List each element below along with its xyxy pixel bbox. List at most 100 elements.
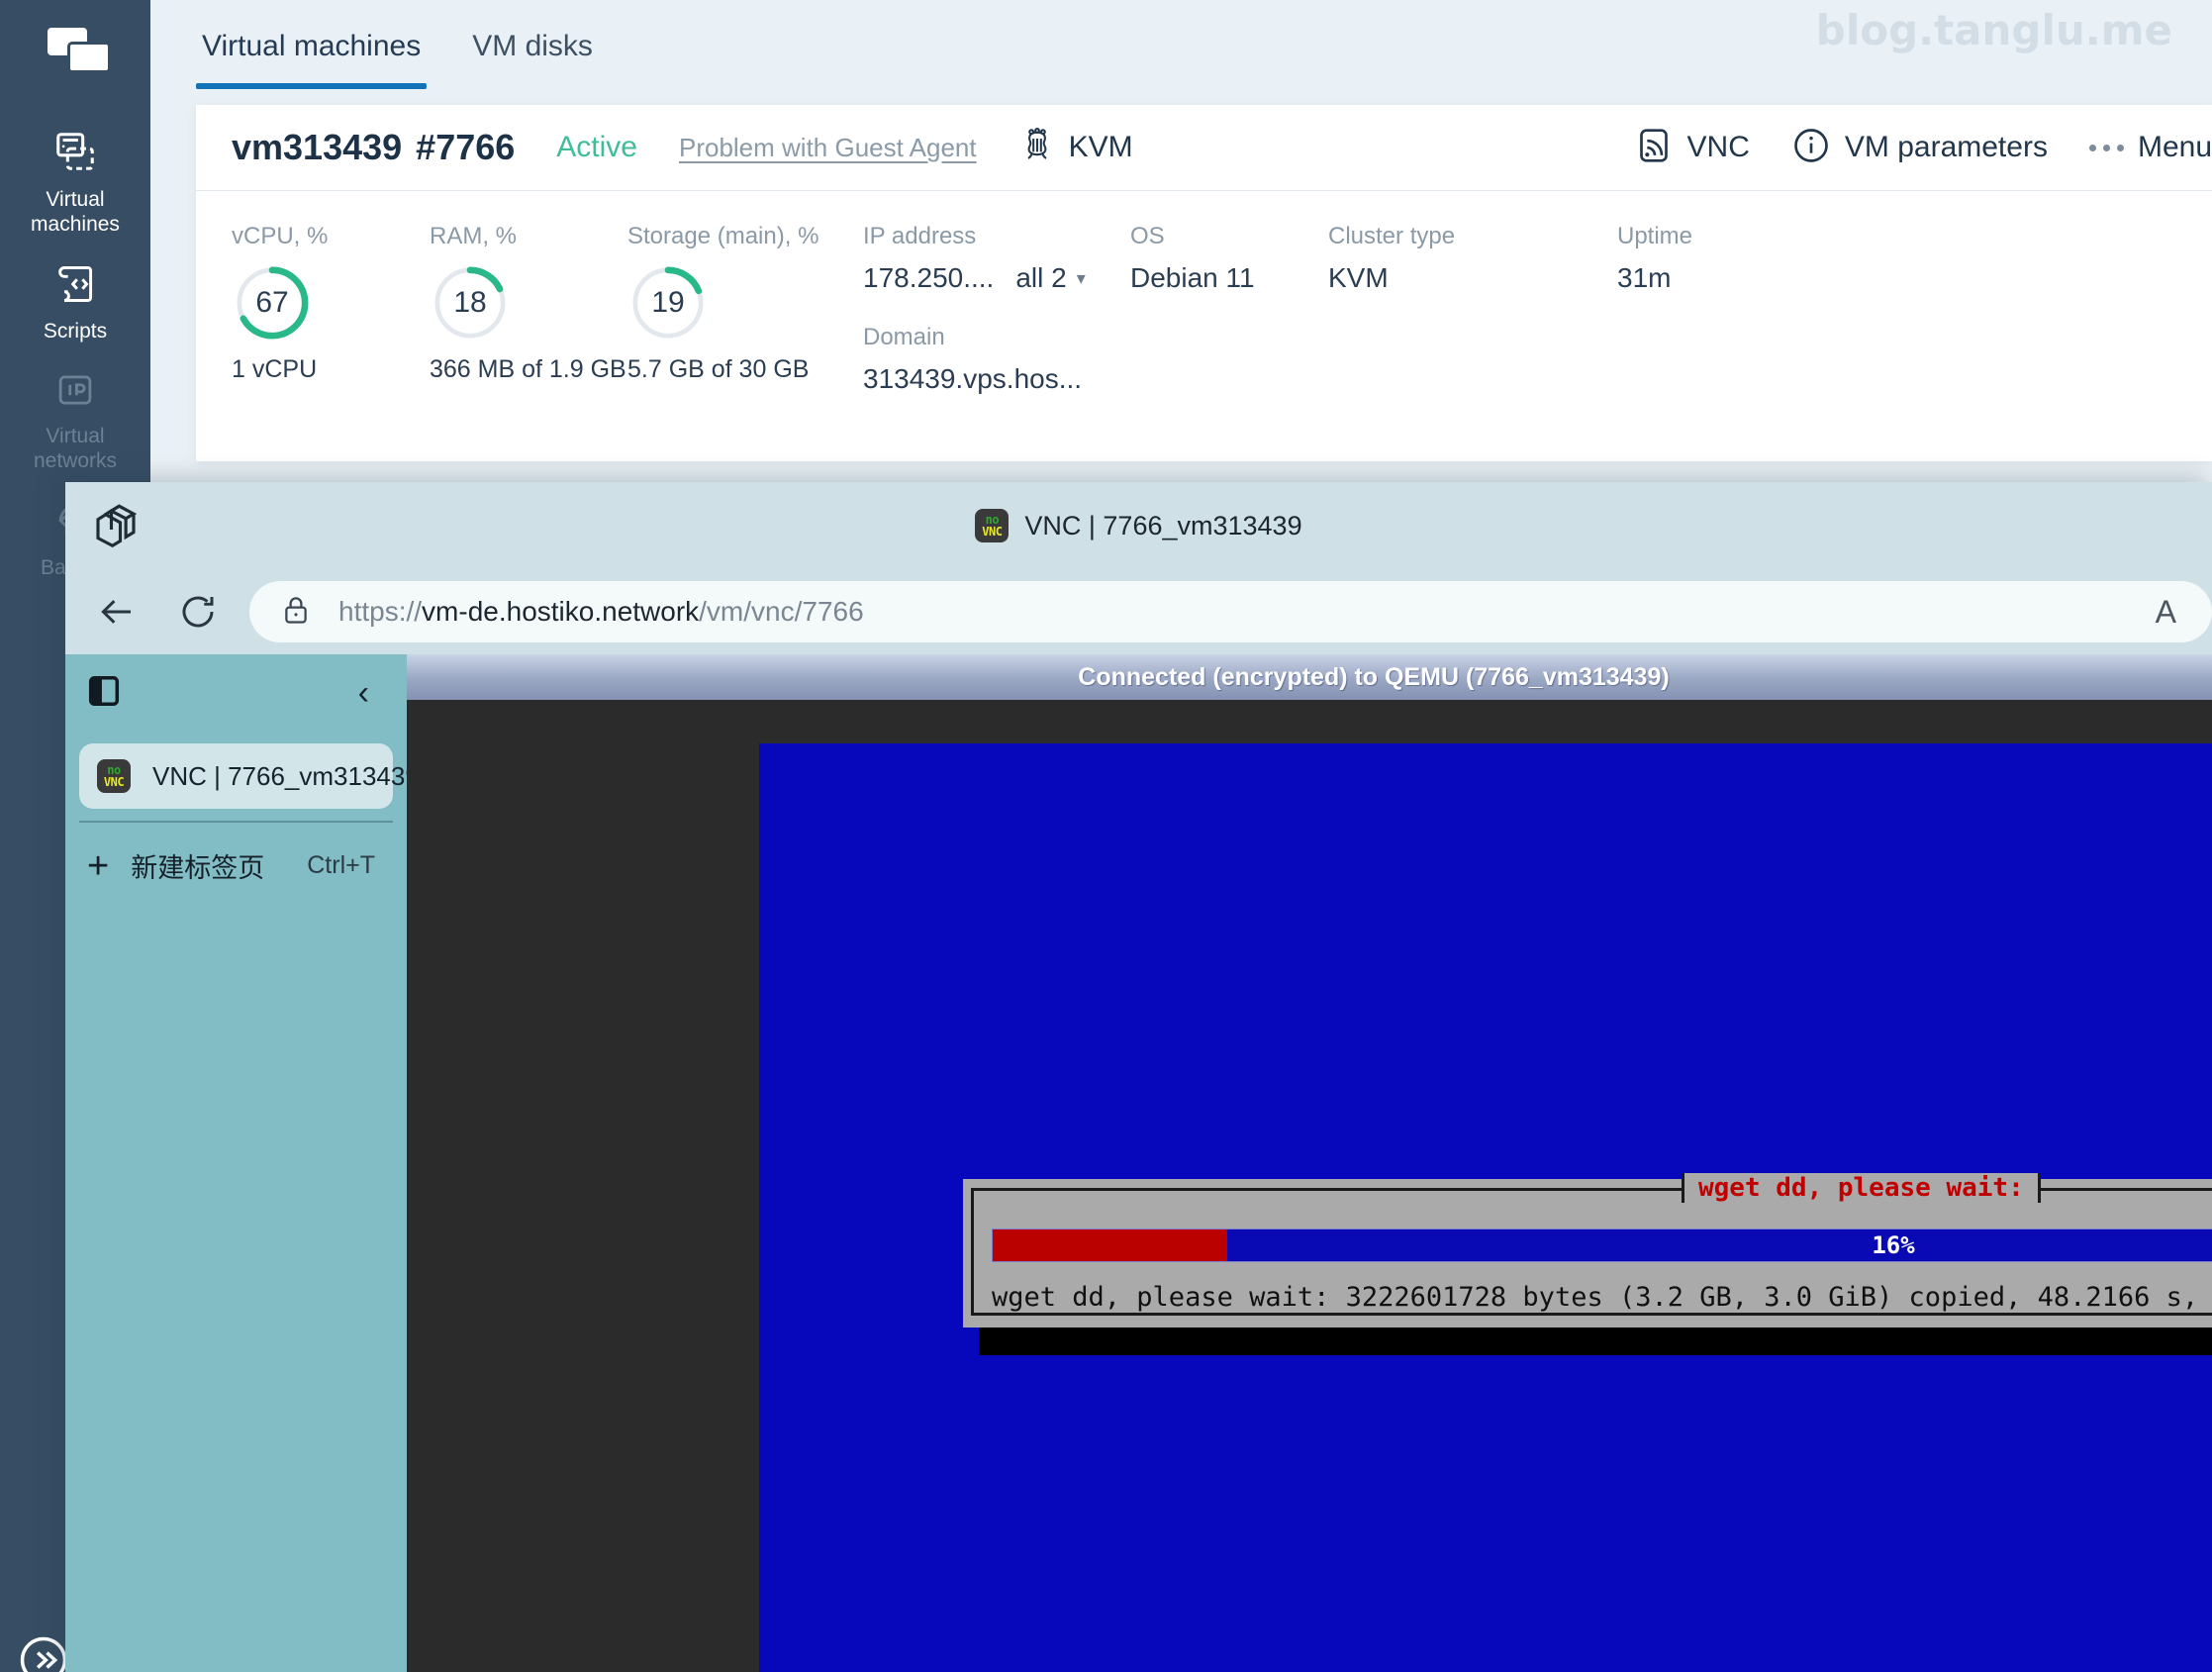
vm-parameters-label: VM parameters xyxy=(1844,131,2048,163)
whiptail-dialog: wget dd, please wait: 16% wget dd, pleas… xyxy=(963,1173,2212,1328)
vnc-button[interactable]: VNC xyxy=(1634,126,1750,170)
tab-vm-disks[interactable]: VM disks xyxy=(466,0,599,89)
vm-name: vm313439 xyxy=(232,127,403,167)
gauge-value: 19 xyxy=(651,286,685,319)
gauge-ring: 18 xyxy=(432,264,509,342)
app-logo-icon[interactable] xyxy=(40,20,111,79)
fact-cluster: Cluster type KVM xyxy=(1328,223,1617,395)
vm-parameters-button[interactable]: VM parameters xyxy=(1791,126,2048,170)
dialog-frame: wget dd, please wait: 16% wget dd, pleas… xyxy=(971,1173,2212,1316)
gauge-ram: RAM, % 18 366 MB of 1.9 GB xyxy=(430,223,627,395)
chevron-down-icon: ▾ xyxy=(1076,267,1086,288)
menu-button-label: Menu xyxy=(2137,131,2212,163)
vm-card-body: vCPU, % 67 1 vCPU RAM, % 18 366 MB of 1.… xyxy=(196,191,2212,395)
vm-card: vm313439 #7766 Active Problem with Guest… xyxy=(196,105,2212,461)
tab-stack-icon[interactable] xyxy=(89,499,143,552)
read-aloud-icon[interactable]: A xyxy=(2138,594,2182,631)
info-circle-icon xyxy=(1791,126,1831,170)
favicon-line2: VNC xyxy=(982,525,1003,539)
novnc-favicon: no VNC xyxy=(97,759,131,793)
gauge-sub: 366 MB of 1.9 GB xyxy=(430,355,626,383)
domain-value: 313439.vps.hos... xyxy=(863,363,1083,394)
gauge-value: 18 xyxy=(453,286,487,319)
favicon-line2: VNC xyxy=(103,775,125,789)
gauge-title: vCPU, % xyxy=(232,223,329,249)
gauge-ring: 19 xyxy=(629,264,707,342)
gauge-sub: 1 vCPU xyxy=(232,355,318,383)
reload-icon[interactable] xyxy=(168,582,228,641)
web-page-viewport: Connected (encrypted) to QEMU (7766_vm31… xyxy=(407,654,2212,1672)
fact-label: Cluster type xyxy=(1328,223,1456,249)
favicon-line1: no xyxy=(985,513,1000,527)
collapse-circle-icon[interactable] xyxy=(16,1632,71,1672)
gauge-title: RAM, % xyxy=(430,223,518,249)
progress-bar-fill xyxy=(993,1229,1227,1261)
ellipsis-icon xyxy=(2088,144,2124,151)
vm-card-header: vm313439 #7766 Active Problem with Guest… xyxy=(196,105,2212,190)
browser-window-title: no VNC VNC | 7766_vm313439 xyxy=(65,482,2212,569)
browser-titlebar: no VNC VNC | 7766_vm313439 xyxy=(65,482,2212,569)
os-value: Debian 11 xyxy=(1130,262,1255,293)
ip-all-label: all 2 xyxy=(1015,262,1067,293)
fact-label: IP address xyxy=(863,223,977,249)
code-scroll-icon xyxy=(53,262,97,311)
uptime-value: 31m xyxy=(1617,262,1672,293)
vertical-tabs-icon[interactable] xyxy=(85,672,123,715)
progress-bar: 16% xyxy=(992,1229,2212,1262)
status-badge: Active xyxy=(556,131,637,163)
vm-id: #7766 xyxy=(416,127,516,167)
tab-virtual-machines[interactable]: Virtual machines xyxy=(196,0,428,89)
sidebar-item-scripts[interactable]: Scripts xyxy=(0,250,150,357)
panel-tabs: Virtual machines VM disks xyxy=(150,0,599,103)
fact-os: OS Debian 11 xyxy=(1130,223,1328,395)
ip-value: 178.250.... xyxy=(863,262,995,293)
new-tab-button[interactable]: + 新建标签页 Ctrl+T xyxy=(65,823,407,885)
gauge-title: Storage (main), % xyxy=(627,223,819,249)
vm-card-actions: VNC VM parameters Menu xyxy=(1592,126,2212,170)
gauge-sub: 5.7 GB of 30 GB xyxy=(627,355,810,383)
arrow-left-icon[interactable] xyxy=(87,582,146,641)
dialog-shadow xyxy=(979,1328,2212,1355)
fact-ip: IP address 178.250.... all 2 ▾ Domain 31… xyxy=(863,223,1130,395)
browser-title-text: VNC | 7766_vm313439 xyxy=(1024,510,1302,541)
vertical-tabs-header: ‹ xyxy=(65,654,407,732)
plus-icon: + xyxy=(87,844,110,887)
dialog-message: wget dd, please wait: 3222601728 bytes (… xyxy=(992,1282,2212,1313)
sidebar-item-label: Scripts xyxy=(43,320,108,343)
vnc-canvas[interactable]: wget dd, please wait: 16% wget dd, pleas… xyxy=(759,743,2212,1672)
vertical-tab-item[interactable]: no VNC VNC | 7766_vm313439 ✕ xyxy=(79,743,464,809)
fact-label: Domain xyxy=(863,324,945,350)
sidebar-item-virtual-machines[interactable]: Virtual machines xyxy=(0,117,150,250)
fact-group: IP address 178.250.... all 2 ▾ Domain 31… xyxy=(825,223,1692,395)
progress-percent-label: 16% xyxy=(1872,1231,1915,1259)
gauge-group: vCPU, % 67 1 vCPU RAM, % 18 366 MB of 1.… xyxy=(232,223,825,395)
fact-label: OS xyxy=(1130,223,1165,249)
gauge-vcpu: vCPU, % 67 1 vCPU xyxy=(232,223,430,395)
new-tab-shortcut: Ctrl+T xyxy=(307,851,375,879)
browser-toolbar: https://vm-de.hostiko.network/vm/vnc/776… xyxy=(65,569,2212,654)
ip-all-dropdown[interactable]: all 2 ▾ xyxy=(1015,262,1085,294)
sidebar-item-label: Virtual machines xyxy=(31,188,120,236)
url-text: https://vm-de.hostiko.network/vm/vnc/776… xyxy=(338,596,864,628)
fact-uptime: Uptime 31m xyxy=(1617,223,1692,395)
sidebar-item-virtual-networks[interactable]: Virtual networks xyxy=(0,357,150,487)
screen-root: blog.tanglu.me Virtual machines Scripts … xyxy=(0,0,2212,1672)
chevron-left-icon[interactable]: ‹ xyxy=(358,674,369,713)
server-icon xyxy=(52,129,98,179)
vnc-button-label: VNC xyxy=(1686,131,1750,163)
gauge-value: 67 xyxy=(255,286,289,319)
cluster-value: KVM xyxy=(1328,262,1389,293)
menu-button[interactable]: Menu xyxy=(2088,131,2212,164)
vnc-status-text: Connected (encrypted) to QEMU (7766_vm31… xyxy=(1078,662,1670,691)
browser-window: no VNC VNC | 7766_vm313439 https://vm-de… xyxy=(65,482,2212,1672)
address-bar[interactable]: https://vm-de.hostiko.network/vm/vnc/776… xyxy=(249,581,2212,642)
ip-box-icon xyxy=(54,369,96,416)
dialog-title: wget dd, please wait: xyxy=(1682,1173,2041,1203)
guest-agent-warning-link[interactable]: Problem with Guest Agent xyxy=(679,133,977,163)
hypervisor-label: KVM xyxy=(1068,131,1133,163)
new-tab-label: 新建标签页 xyxy=(131,853,265,883)
vnc-broadcast-icon xyxy=(1634,126,1674,170)
sidebar-item-label: Virtual networks xyxy=(33,425,118,472)
novnc-favicon: no VNC xyxy=(975,509,1010,542)
lock-icon xyxy=(279,593,313,632)
